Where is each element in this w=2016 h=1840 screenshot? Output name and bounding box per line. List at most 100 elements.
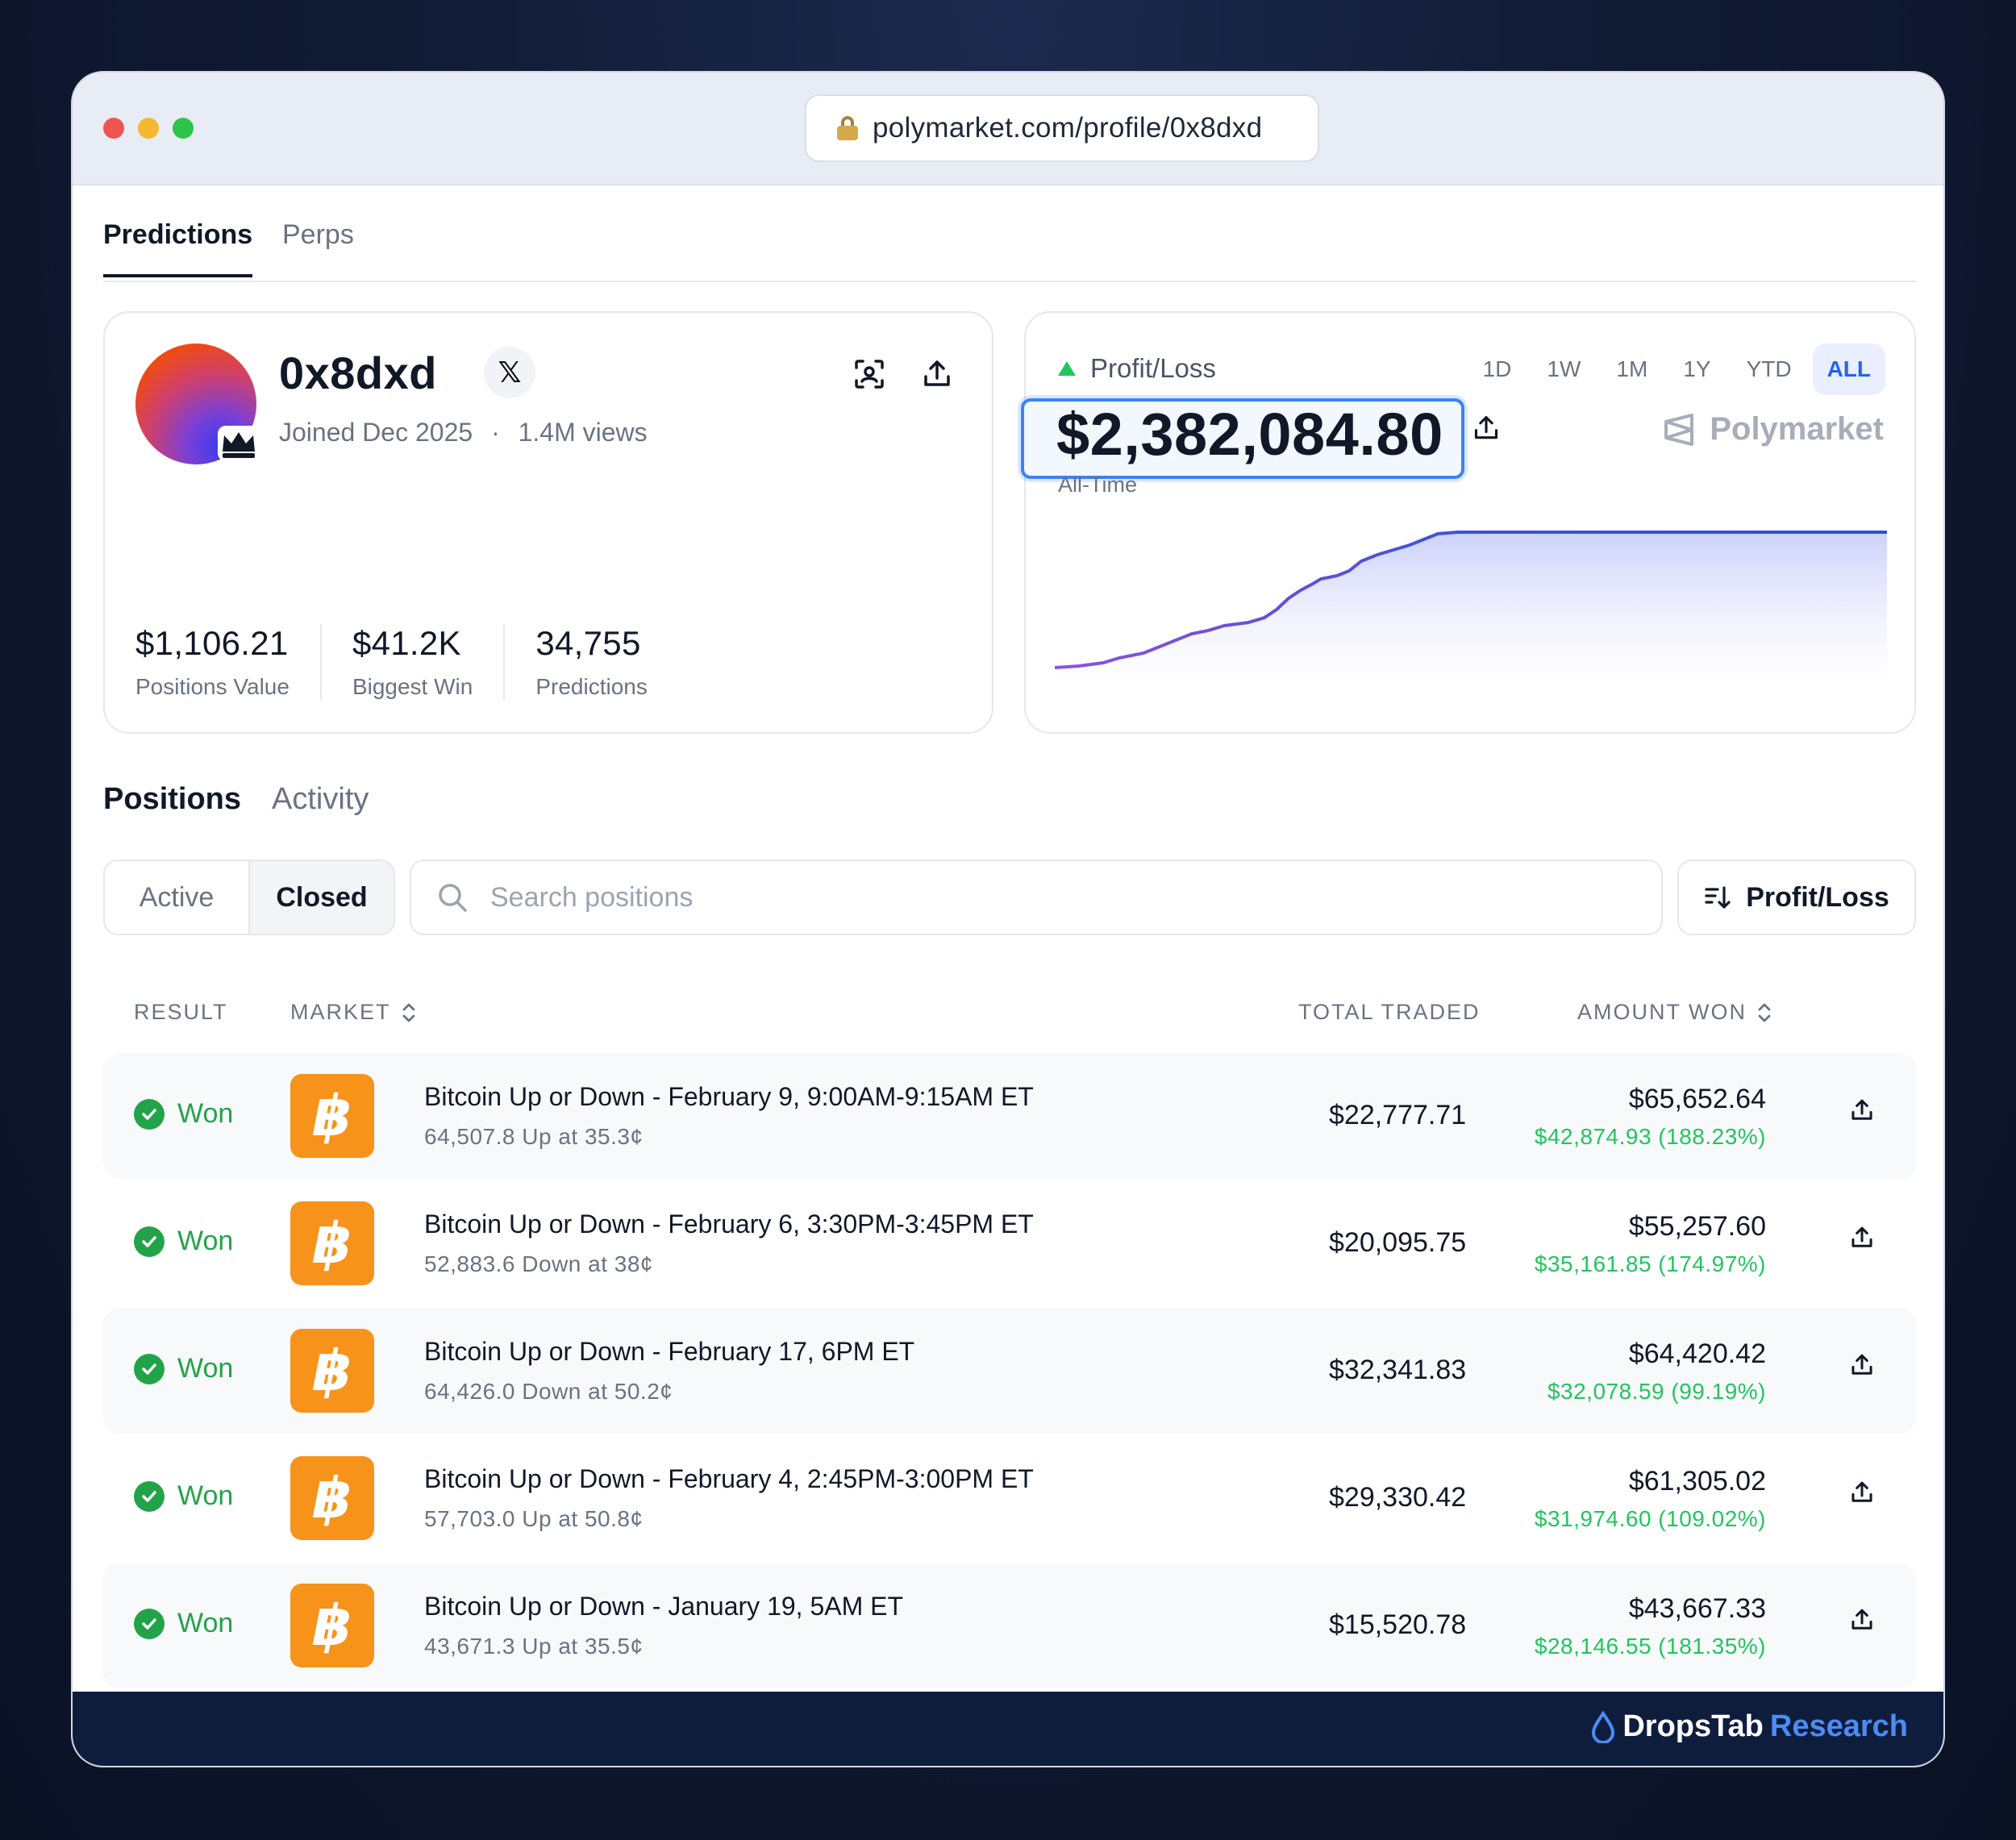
market-title[interactable]: Bitcoin Up or Down - February 9, 9:00AM-…	[424, 1082, 1034, 1112]
tab-activity[interactable]: Activity	[272, 782, 369, 817]
join-info: Joined Dec 2025 · 1.4M views	[279, 418, 648, 447]
range-all[interactable]: ALL	[1812, 343, 1885, 395]
share-profile-button[interactable]	[916, 353, 958, 395]
profit-gain: $31,974.60 (109.02%)	[1534, 1506, 1766, 1531]
result-status: Won	[134, 1608, 233, 1639]
table-row[interactable]: Won ฿ Bitcoin Up or Down - February 4, 2:4…	[103, 1435, 1916, 1561]
polymarket-brand-text: Polymarket	[1710, 411, 1884, 447]
table-row[interactable]: Won ฿ Bitcoin Up or Down - February 6, 3:3…	[103, 1180, 1916, 1306]
profile-card: 0x8dxd 𝕏 Joined Dec 2025 · 1.4M views $1…	[103, 311, 993, 734]
result-text: Won	[177, 1353, 234, 1384]
market-title[interactable]: Bitcoin Up or Down - January 19, 5AM ET	[424, 1592, 903, 1621]
result-text: Won	[177, 1480, 234, 1511]
amount-won: $61,305.02	[1628, 1466, 1766, 1497]
check-circle-icon	[134, 1480, 165, 1512]
result-status: Won	[134, 1480, 233, 1512]
header-result-text: RESULT	[134, 1000, 228, 1024]
check-circle-icon	[134, 1608, 165, 1639]
market-position: 64,426.0 Down at 50.2¢	[424, 1379, 673, 1404]
share-row-button[interactable]	[1850, 1098, 1874, 1126]
maximize-window-button[interactable]	[173, 118, 194, 139]
market-title[interactable]: Bitcoin Up or Down - February 17, 6PM ET	[424, 1337, 914, 1367]
result-status: Won	[134, 1226, 233, 1257]
profile-stats: $1,106.21 Positions Value $41.2K Biggest…	[135, 624, 709, 700]
header-market[interactable]: MARKET	[290, 1000, 417, 1025]
filter-active-button[interactable]: Active	[105, 861, 248, 934]
scan-button[interactable]	[848, 353, 890, 395]
profit-gain: $35,161.85 (174.97%)	[1534, 1251, 1766, 1276]
sort-label: Profit/Loss	[1746, 881, 1889, 913]
stat-label: Biggest Win	[352, 674, 473, 699]
browser-window: polymarket.com/profile/0x8dxd Prediction…	[71, 71, 1945, 1767]
range-1y[interactable]: 1Y	[1668, 343, 1725, 395]
tab-perps[interactable]: Perps	[282, 219, 354, 251]
crown-icon	[218, 426, 260, 461]
drop-icon	[1592, 1710, 1615, 1743]
total-traded: $20,095.75	[1329, 1227, 1467, 1258]
header-market-text: MARKET	[290, 1000, 391, 1024]
total-traded: $32,341.83	[1329, 1355, 1467, 1385]
polymarket-brand: Polymarket	[1663, 411, 1884, 448]
stat-positions-value: $1,106.21 Positions Value	[135, 624, 322, 700]
share-pl-button[interactable]	[1472, 414, 1500, 446]
range-1d[interactable]: 1D	[1468, 343, 1527, 395]
search-icon	[439, 884, 467, 912]
search-input[interactable]	[490, 881, 1539, 914]
amount-won: $65,652.64	[1628, 1084, 1766, 1114]
bitcoin-icon: ฿	[290, 1201, 374, 1285]
polymarket-logo-icon	[1664, 413, 1694, 446]
table-row[interactable]: Won ฿ Bitcoin Up or Down - February 17, 6P…	[103, 1308, 1916, 1434]
pnl-chart	[1055, 531, 1887, 685]
sort-chevrons-icon	[1758, 1003, 1771, 1022]
market-title[interactable]: Bitcoin Up or Down - February 6, 3:30PM-…	[424, 1209, 1034, 1239]
header-total-traded: TOTAL TRADED	[1298, 1000, 1481, 1025]
share-icon	[1851, 1609, 1872, 1630]
profit-loss-card: Profit/Loss 1D 1W 1M 1Y YTD ALL $2,382,0…	[1021, 311, 1916, 734]
scan-icon	[855, 360, 884, 389]
stat-predictions: 34,755 Predictions	[535, 624, 678, 700]
up-triangle-icon	[1058, 361, 1076, 376]
stat-label: Positions Value	[135, 674, 289, 699]
sort-button[interactable]: Profit/Loss	[1677, 860, 1916, 935]
x-profile-link[interactable]: 𝕏	[484, 347, 535, 398]
market-title[interactable]: Bitcoin Up or Down - February 4, 2:45PM-…	[424, 1464, 1034, 1494]
bitcoin-icon: ฿	[290, 1074, 374, 1158]
view-count: 1.4M views	[518, 418, 648, 447]
header-result: RESULT	[134, 1000, 228, 1025]
address-bar[interactable]: polymarket.com/profile/0x8dxd	[805, 94, 1319, 162]
stat-biggest-win: $41.2K Biggest Win	[352, 624, 506, 700]
close-window-button[interactable]	[103, 118, 124, 139]
share-icon	[1851, 1226, 1872, 1247]
tab-positions[interactable]: Positions	[103, 782, 241, 817]
table-row[interactable]: Won ฿ Bitcoin Up or Down - February 9, 9:0…	[103, 1053, 1916, 1179]
pl-title: Profit/Loss	[1058, 353, 1216, 384]
profit-gain: $28,146.55 (181.35%)	[1534, 1634, 1766, 1659]
check-circle-icon	[134, 1098, 165, 1130]
range-ytd[interactable]: YTD	[1732, 343, 1806, 395]
share-row-button[interactable]	[1850, 1480, 1874, 1509]
bitcoin-icon: ฿	[290, 1584, 374, 1667]
sort-chevrons-icon	[402, 1003, 414, 1022]
total-traded: $15,520.78	[1329, 1609, 1467, 1640]
header-amount-won[interactable]: AMOUNT WON	[1577, 1000, 1772, 1025]
header-amount-text: AMOUNT WON	[1577, 1000, 1747, 1024]
range-1w[interactable]: 1W	[1532, 343, 1595, 395]
pnl-area	[1055, 532, 1887, 685]
share-icon	[924, 360, 950, 386]
dropstab-logo: DropsTab Research	[1590, 1709, 1908, 1744]
share-row-button[interactable]	[1850, 1608, 1874, 1636]
share-row-button[interactable]	[1850, 1226, 1874, 1254]
profit-gain: $32,078.59 (99.19%)	[1547, 1379, 1766, 1404]
filter-closed-button[interactable]: Closed	[248, 861, 394, 934]
table-row[interactable]: Won ฿ Bitcoin Up or Down - January 19, 5AM…	[103, 1563, 1916, 1688]
share-row-button[interactable]	[1850, 1353, 1874, 1381]
brand-accent: Research	[1769, 1709, 1908, 1743]
range-1m[interactable]: 1M	[1602, 343, 1662, 395]
minimize-window-button[interactable]	[138, 118, 159, 139]
status-toggle: Active Closed	[103, 860, 395, 935]
total-traded: $29,330.42	[1329, 1482, 1467, 1513]
result-text: Won	[177, 1608, 234, 1638]
tab-predictions[interactable]: Predictions	[103, 219, 253, 277]
url-text: polymarket.com/profile/0x8dxd	[873, 112, 1263, 144]
amount-won: $55,257.60	[1628, 1211, 1766, 1242]
